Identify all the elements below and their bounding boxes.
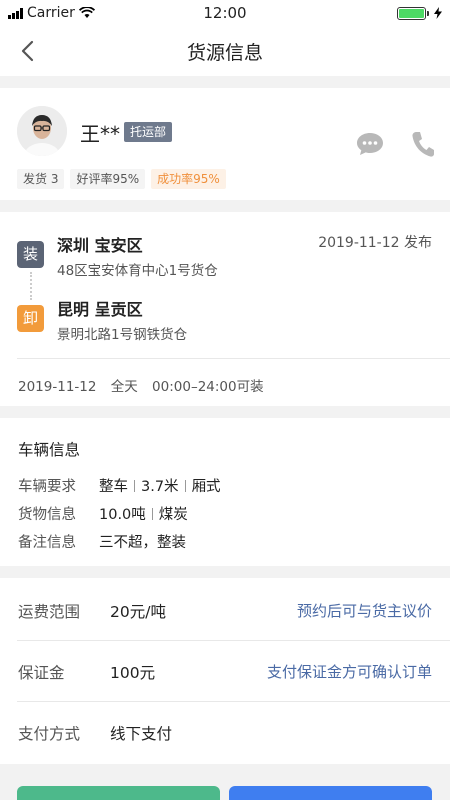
note-value: 三不超，整装	[99, 535, 186, 551]
route-connector	[30, 272, 32, 300]
from-address: 48区宝安体育中心1号货仓	[57, 263, 218, 279]
chevron-left-icon	[21, 40, 34, 62]
fee-value: 20元/吨	[110, 603, 166, 621]
load-time: 2019-11-12 全天 00:00–24:00可装	[18, 379, 264, 395]
carrier-label: Carrier	[27, 5, 75, 21]
stat-rating: 好评率95%	[70, 169, 146, 189]
message-icon[interactable]	[356, 132, 384, 156]
signal-icon	[8, 7, 23, 19]
load-badge: 装	[17, 241, 44, 268]
vehicle-req-label: 车辆要求	[18, 479, 76, 495]
fee-label: 运费范围	[18, 603, 81, 621]
battery-icon	[397, 6, 429, 20]
cargo-weight: 10.0吨	[99, 507, 146, 523]
deposit-label: 保证金	[18, 664, 65, 682]
payment-divider	[17, 640, 450, 641]
primary-action-button-left[interactable]	[17, 786, 220, 800]
cargo-label: 货物信息	[18, 507, 76, 523]
status-right	[397, 6, 442, 20]
method-label: 支付方式	[18, 725, 81, 743]
stat-shipments: 发货 3	[17, 169, 65, 189]
page-title: 货源信息	[186, 41, 263, 64]
route-divider	[17, 358, 450, 359]
primary-action-button-right[interactable]	[229, 786, 432, 800]
to-city: 昆明 呈贡区	[57, 300, 143, 319]
charging-icon	[434, 7, 442, 19]
fee-negotiate-link[interactable]: 预约后可与货主议价	[297, 600, 432, 621]
role-tag: 托运部	[124, 122, 173, 142]
cargo-type: 煤炭	[158, 507, 188, 523]
nav-bar: 货源信息	[0, 26, 450, 76]
vehicle-req-type: 整车	[99, 479, 128, 495]
status-bar: Carrier 12:00	[0, 0, 450, 26]
payment-divider	[17, 701, 450, 702]
status-left: Carrier	[8, 5, 95, 21]
vehicle-req-length: 3.7米	[141, 479, 179, 495]
cargo-value: 10.0吨 煤炭	[99, 503, 188, 524]
method-value: 线下支付	[110, 725, 173, 743]
publish-date: 2019-11-12 发布	[318, 235, 432, 251]
to-address: 景明北路1号钢铁货仓	[57, 327, 188, 343]
stat-success-rate: 成功率95%	[151, 169, 226, 189]
note-label: 备注信息	[18, 535, 76, 551]
avatar-image	[17, 106, 67, 156]
user-name: 王**	[80, 122, 120, 146]
deposit-link[interactable]: 支付保证金方可确认订单	[267, 661, 432, 682]
avatar[interactable]	[17, 106, 67, 156]
from-city: 深圳 宝安区	[57, 236, 143, 255]
back-button[interactable]	[12, 36, 42, 66]
unload-badge: 卸	[17, 305, 44, 332]
wifi-icon	[78, 7, 95, 18]
deposit-value: 100元	[110, 664, 156, 682]
vehicle-req-value: 整车 3.7米 厢式	[99, 475, 221, 496]
vehicle-req-body: 厢式	[191, 479, 221, 495]
phone-icon[interactable]	[411, 130, 435, 158]
vehicle-section-title: 车辆信息	[18, 441, 81, 459]
user-stats: 发货 3 好评率95% 成功率95%	[17, 169, 226, 189]
